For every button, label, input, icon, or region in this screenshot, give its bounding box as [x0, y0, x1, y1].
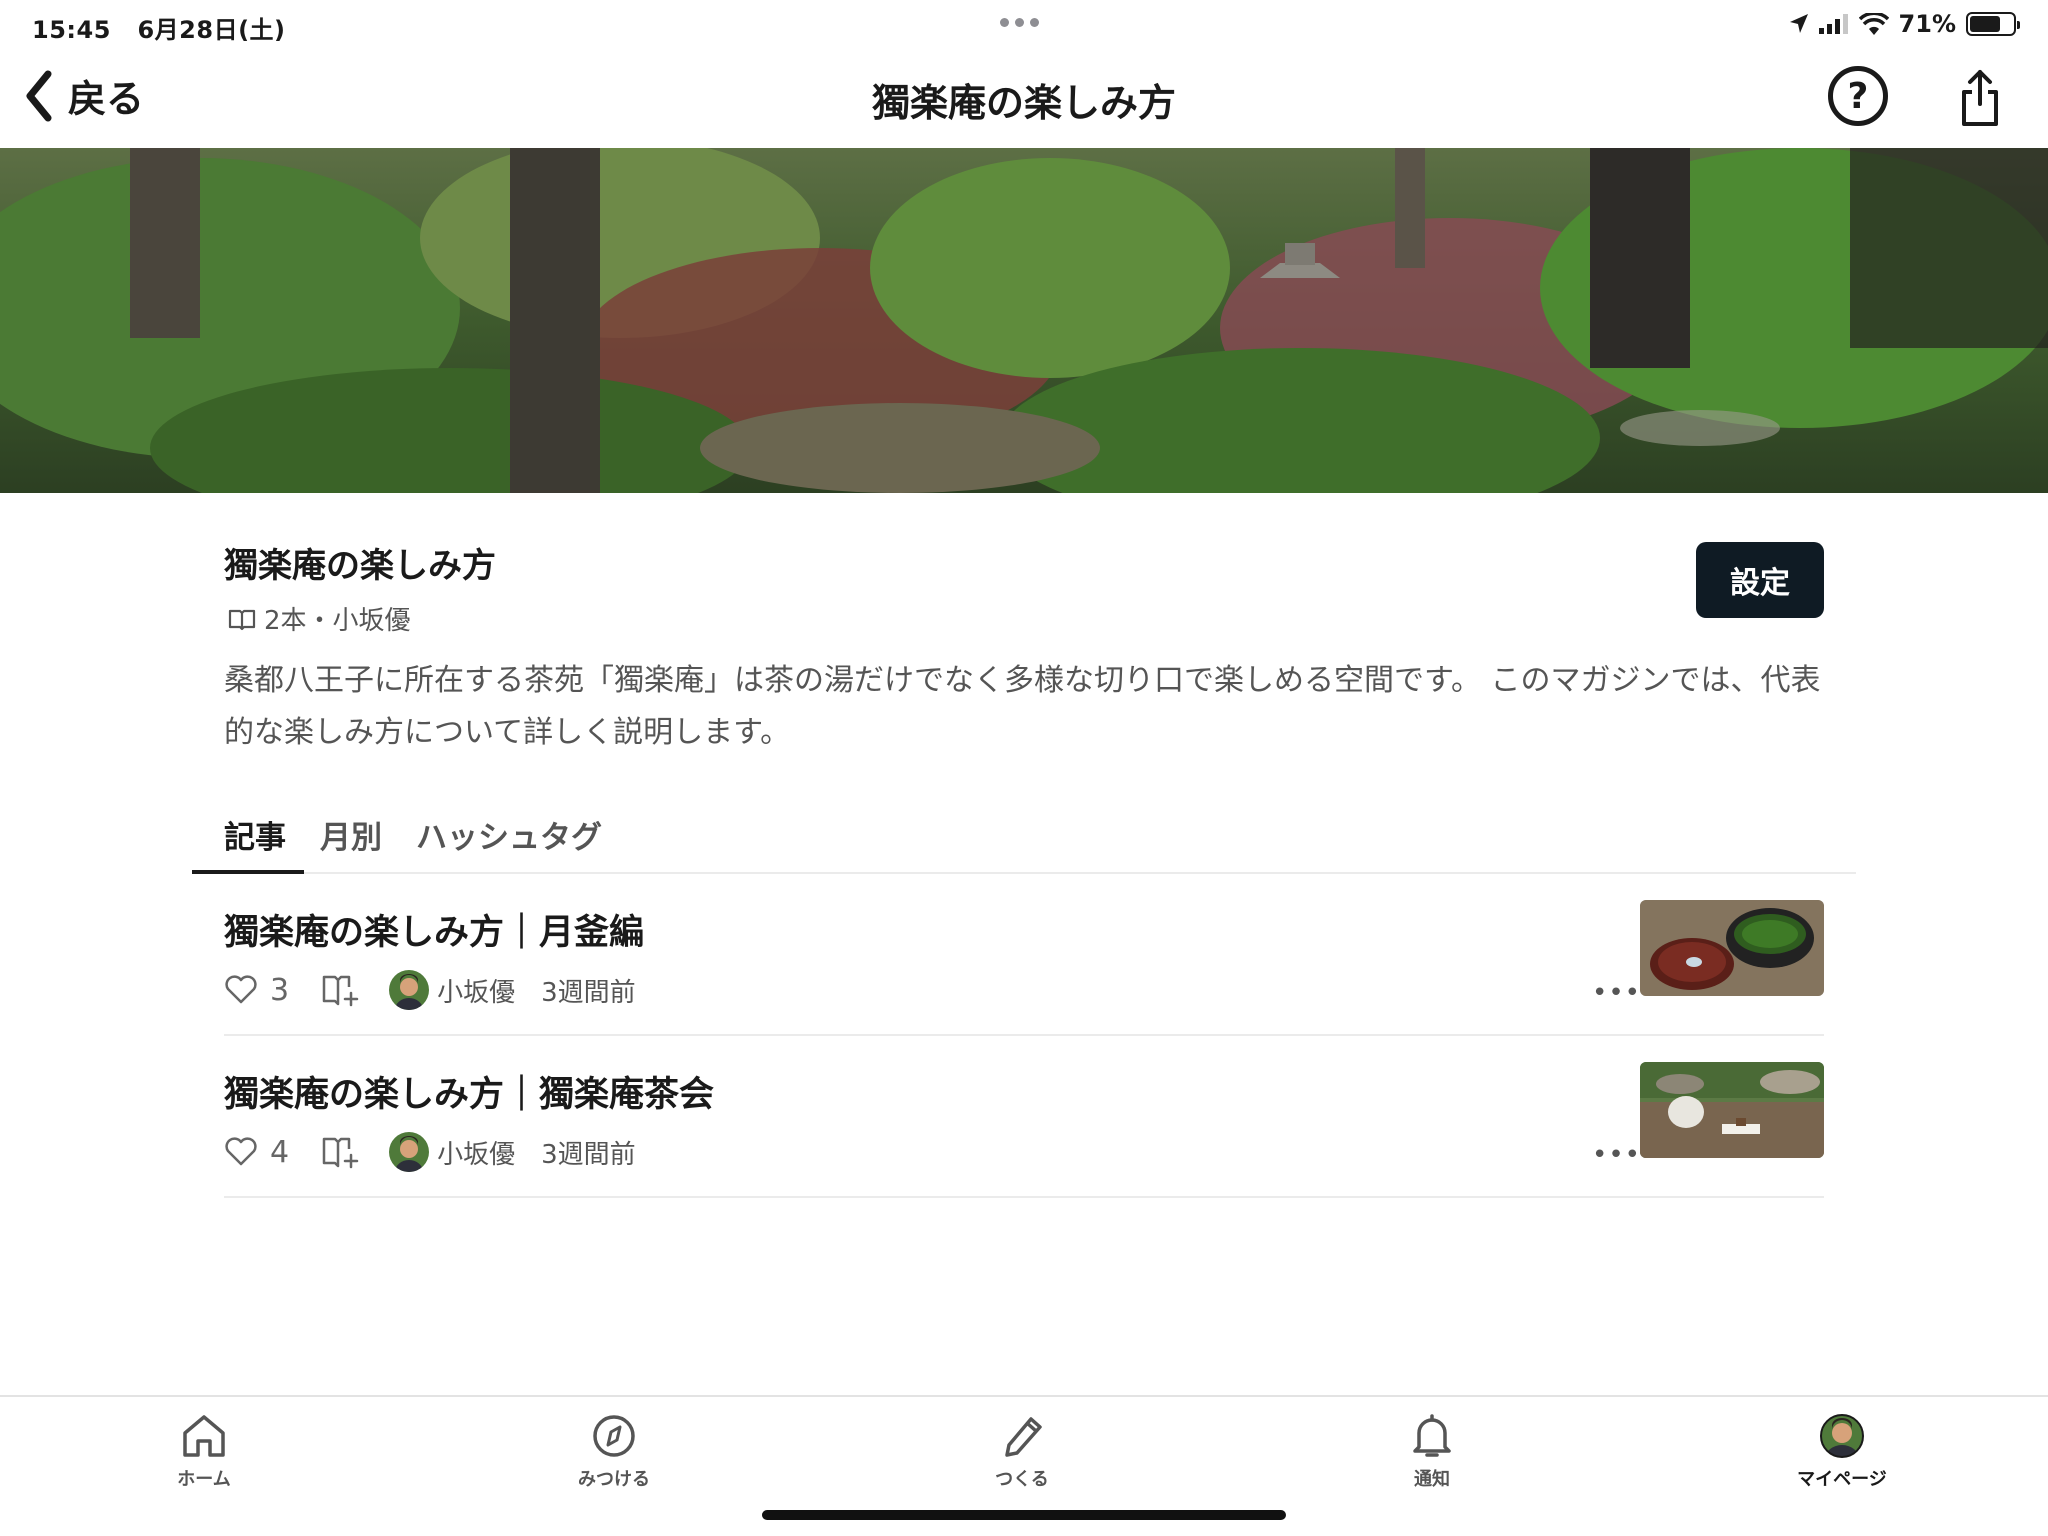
- author-name[interactable]: 小坂優: [437, 972, 515, 1009]
- avatar-icon: [1820, 1414, 1864, 1458]
- article-item[interactable]: 獨楽庵の楽しみ方｜月釜編 3 小坂優 3週間前 •••: [224, 874, 1824, 1036]
- avatar[interactable]: [389, 970, 430, 1010]
- tabbar-notifications[interactable]: 通知: [1352, 1413, 1512, 1491]
- tab-articles[interactable]: 記事: [224, 812, 286, 857]
- magazine-description: 桑都八王子に所在する茶苑「獨楽庵」は茶の湯だけでなく多様な切り口で楽しめる空間で…: [224, 663, 1821, 750]
- settings-button[interactable]: 設定: [1696, 542, 1824, 618]
- article-title[interactable]: 獨楽庵の楽しみ方｜獨楽庵茶会: [224, 1066, 714, 1117]
- tabbar-label: ホーム: [177, 1469, 231, 1490]
- tabbar-label: マイページ: [1797, 1469, 1887, 1490]
- chevron-left-icon: [26, 70, 52, 121]
- magazine-meta: 2本・小坂優: [228, 600, 411, 637]
- compass-icon: [593, 1415, 635, 1457]
- status-bar: 15:45 6月28日(土) 71%: [0, 0, 2048, 48]
- heart-icon[interactable]: [224, 975, 258, 1005]
- add-to-magazine-icon[interactable]: [321, 1135, 361, 1169]
- article-item[interactable]: 獨楽庵の楽しみ方｜獨楽庵茶会 4 小坂優 3週間前 •••: [224, 1036, 1824, 1198]
- post-time: 3週間前: [541, 1139, 636, 1170]
- status-time: 15:45 6月28日(土): [32, 16, 286, 44]
- author-name[interactable]: 小坂優: [437, 1134, 515, 1171]
- magazine-meta-text: 2本・小坂優: [264, 606, 411, 636]
- heart-icon[interactable]: [224, 1137, 258, 1167]
- home-icon: [183, 1415, 225, 1457]
- tab-bar: 記事 月別 ハッシュタグ: [192, 800, 1856, 874]
- article-meta: 3 小坂優 3週間前: [224, 970, 636, 1010]
- share-icon[interactable]: [1958, 68, 2002, 128]
- page-title: 獨楽庵の楽しみ方: [871, 81, 1176, 125]
- back-button[interactable]: 戻る: [24, 68, 144, 123]
- bell-icon: [1413, 1414, 1451, 1457]
- tabbar-label: みつける: [578, 1469, 650, 1490]
- magazine-title: 獨楽庵の楽しみ方: [224, 546, 496, 586]
- tabbar-label: 通知: [1414, 1469, 1450, 1490]
- pencil-icon: [1005, 1417, 1042, 1457]
- book-icon: [228, 609, 256, 630]
- tab-monthly[interactable]: 月別: [320, 812, 382, 857]
- back-label: 戻る: [68, 77, 145, 121]
- location-arrow-icon: [1789, 14, 1808, 33]
- like-count: 4: [270, 1134, 290, 1170]
- battery-icon: [1966, 12, 2020, 36]
- battery-percent: 71%: [1898, 10, 1956, 38]
- help-icon: ?: [1847, 75, 1869, 117]
- home-indicator[interactable]: [762, 1510, 1286, 1520]
- add-to-magazine-icon[interactable]: [321, 973, 361, 1007]
- tabbar-create[interactable]: つくる: [942, 1413, 1102, 1491]
- like-count: 3: [270, 972, 290, 1008]
- tabbar-mypage[interactable]: マイページ: [1762, 1413, 1922, 1491]
- hero-image: [0, 148, 2048, 493]
- post-time: 3週間前: [541, 977, 636, 1008]
- multitasking-dots-icon[interactable]: [1000, 18, 1039, 27]
- avatar[interactable]: [389, 1132, 430, 1172]
- tab-hashtags[interactable]: ハッシュタグ: [416, 812, 602, 857]
- wifi-icon: [1858, 13, 1889, 35]
- tabbar-home[interactable]: ホーム: [124, 1413, 284, 1491]
- navigation-bar: 獨楽庵の楽しみ方 戻る ?: [0, 48, 2048, 148]
- tabbar-discover[interactable]: みつける: [534, 1413, 694, 1491]
- help-button[interactable]: ?: [1828, 66, 1888, 126]
- article-thumbnail[interactable]: [1640, 1062, 1824, 1158]
- status-indicators: 71%: [1789, 10, 2020, 38]
- article-meta: 4 小坂優 3週間前: [224, 1132, 636, 1172]
- article-thumbnail[interactable]: [1640, 900, 1824, 996]
- article-title[interactable]: 獨楽庵の楽しみ方｜月釜編: [224, 904, 644, 955]
- cellular-signal-icon: [1818, 14, 1848, 34]
- tabbar-label: つくる: [995, 1469, 1049, 1490]
- more-options-icon[interactable]: •••: [1592, 978, 1641, 1008]
- more-options-icon[interactable]: •••: [1592, 1140, 1641, 1170]
